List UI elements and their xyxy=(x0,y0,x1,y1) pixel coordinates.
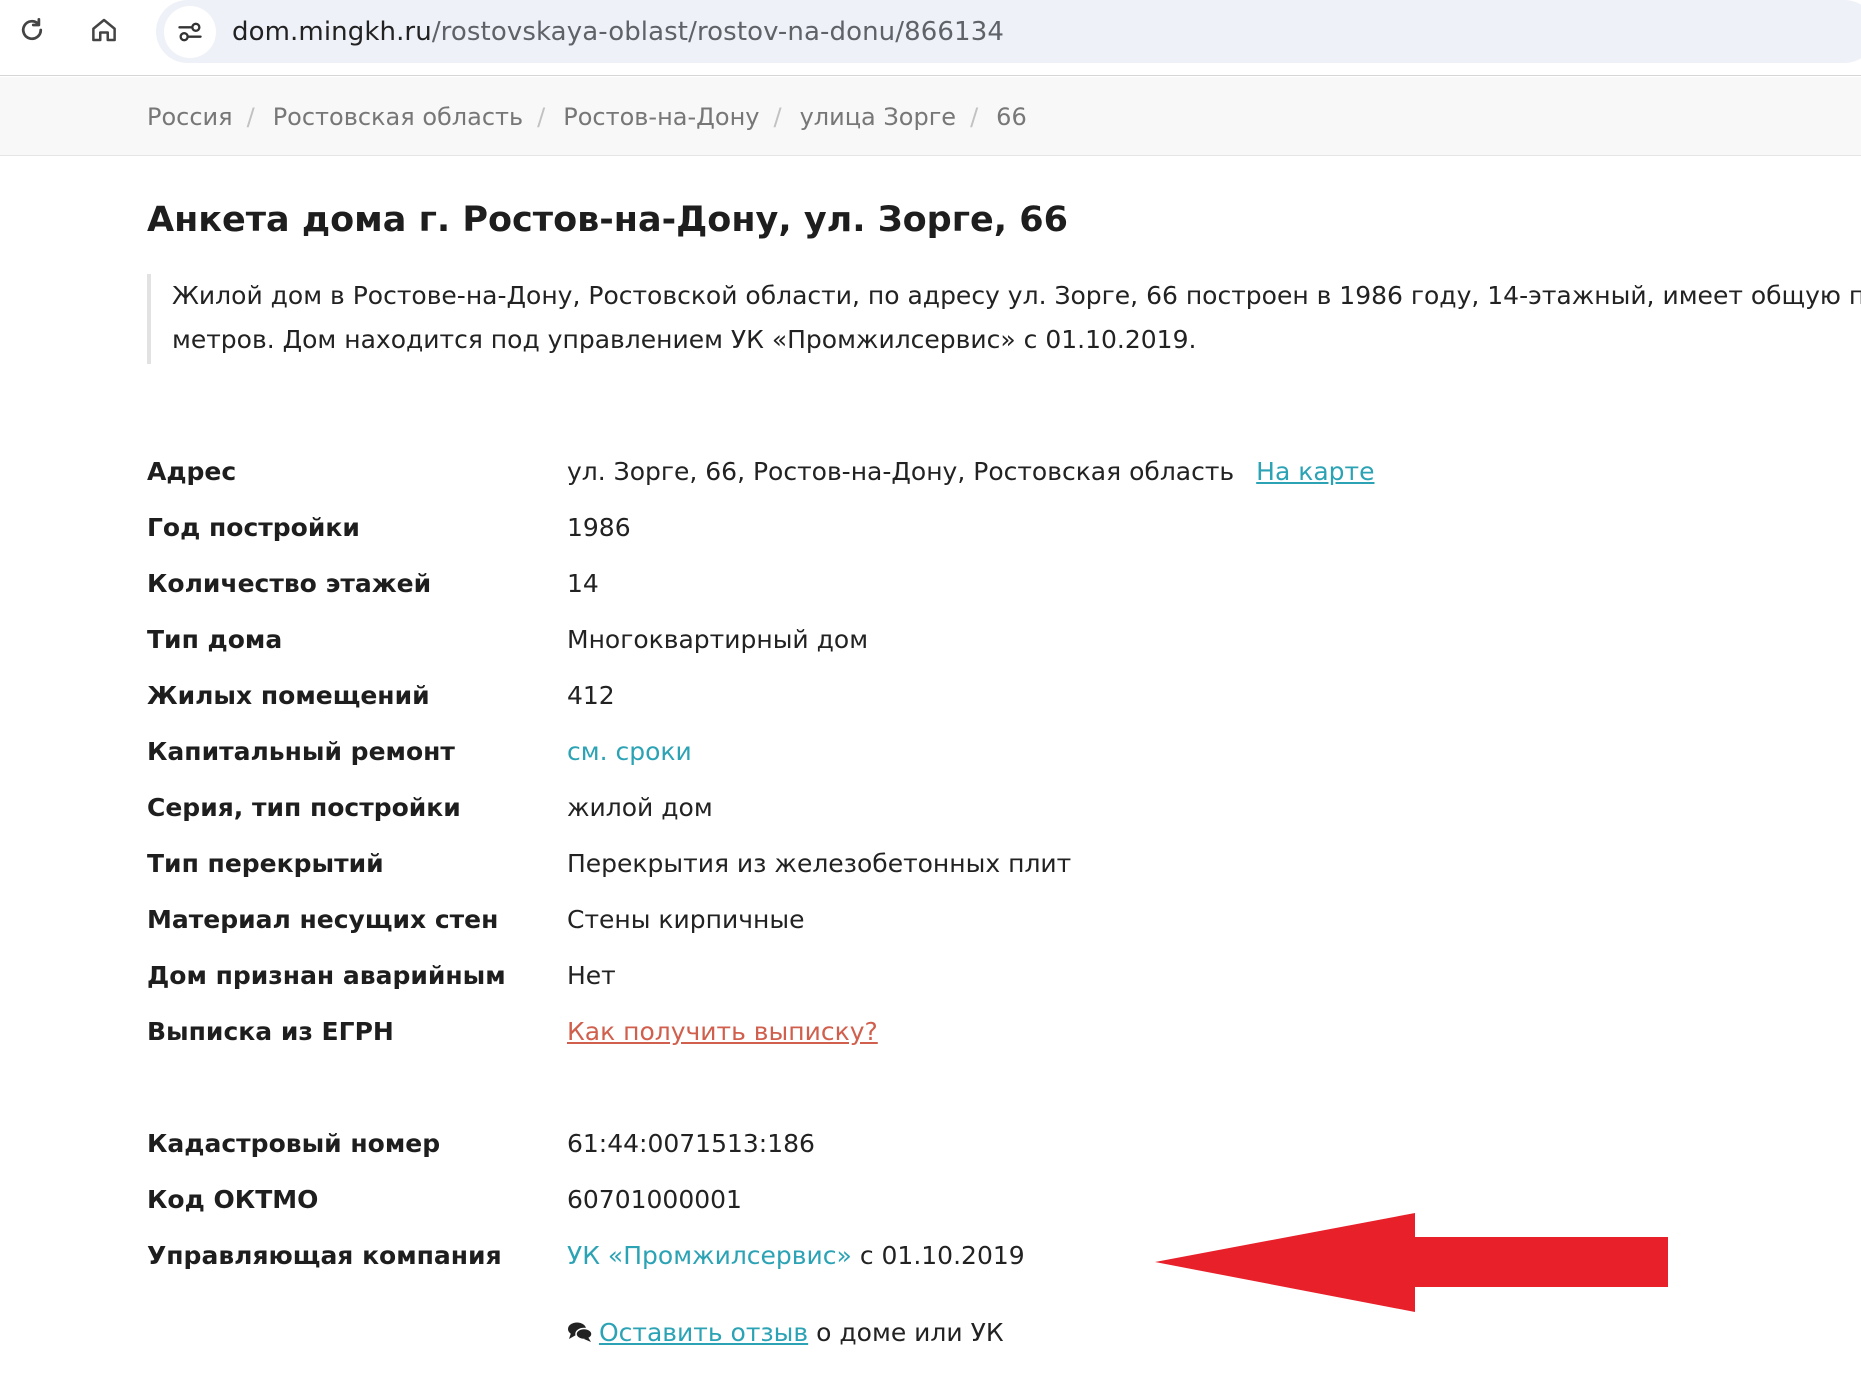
detail-label: Кадастровый номер xyxy=(147,1128,441,1158)
detail-row-egrn: Выписка из ЕГРН Как получить выписку? xyxy=(147,1011,878,1051)
address-bar[interactable]: dom.mingkh.ru/rostovskaya-oblast/rostov-… xyxy=(156,0,1861,63)
detail-value: Стены кирпичные xyxy=(567,904,805,934)
breadcrumb-item-street[interactable]: улица Зорге xyxy=(800,103,957,131)
management-since: с 01.10.2019 xyxy=(859,1240,1025,1270)
home-button[interactable] xyxy=(82,8,126,52)
site-info-icon xyxy=(178,22,202,41)
detail-value: 412 xyxy=(567,680,615,710)
description-line: Жилой дом в Ростове-на-Дону, Ростовской … xyxy=(172,281,1861,310)
detail-value: Перекрытия из железобетонных плит xyxy=(567,848,1072,878)
description-line: метров. Дом находится под управлением УК… xyxy=(172,325,1197,354)
url-text[interactable]: dom.mingkh.ru/rostovskaya-oblast/rostov-… xyxy=(232,17,1004,47)
detail-row-floor-type: Тип перекрытий Перекрытия из железобетон… xyxy=(147,843,1071,883)
detail-row-year: Год постройки 1986 xyxy=(147,507,631,547)
breadcrumb-item-russia[interactable]: Россия xyxy=(147,103,233,131)
egrn-link[interactable]: Как получить выписку? xyxy=(567,1017,878,1046)
breadcrumb: Россия / Ростовская область / Ростов-на-… xyxy=(147,77,1027,156)
detail-value: 61:44:0071513:186 xyxy=(567,1128,815,1158)
detail-label: Серия, тип постройки xyxy=(147,792,461,822)
detail-value: 14 xyxy=(567,568,599,598)
detail-row-residential: Жилых помещений 412 xyxy=(147,675,615,715)
detail-label: Капитальный ремонт xyxy=(147,736,455,766)
detail-row-address: Адрес ул. Зорге, 66, Ростов-на-Дону, Рос… xyxy=(147,451,1374,491)
page-title: Анкета дома г. Ростов-на-Дону, ул. Зорге… xyxy=(147,200,1068,240)
chat-icon xyxy=(567,1321,593,1343)
detail-value: жилой дом xyxy=(567,792,713,822)
detail-row-house-type: Тип дома Многоквартирный дом xyxy=(147,619,868,659)
breadcrumb-separator: / xyxy=(537,102,546,131)
detail-value: 1986 xyxy=(567,512,631,542)
detail-label: Тип перекрытий xyxy=(147,848,384,878)
detail-row-capital-repair: Капитальный ремонт см. сроки xyxy=(147,731,692,771)
detail-value: Нет xyxy=(567,960,616,990)
map-link[interactable]: На карте xyxy=(1256,457,1374,486)
reload-button[interactable] xyxy=(10,8,54,52)
annotation-arrow-icon xyxy=(1155,1213,1668,1312)
breadcrumb-item-region[interactable]: Ростовская область xyxy=(273,103,523,131)
detail-label: Выписка из ЕГРН xyxy=(147,1016,394,1046)
home-icon xyxy=(92,18,116,42)
detail-row-oktmo: Код ОКТМО 60701000001 xyxy=(147,1179,742,1219)
detail-row-wall-material: Материал несущих стен Стены кирпичные xyxy=(147,899,804,939)
detail-label: Тип дома xyxy=(147,624,283,654)
detail-row-cadastral: Кадастровый номер 61:44:0071513:186 xyxy=(147,1123,815,1163)
detail-row-floors: Количество этажей 14 xyxy=(147,563,599,603)
review-line: Оставить отзыв о доме или УК xyxy=(567,1312,1004,1352)
detail-label: Год постройки xyxy=(147,512,360,542)
breadcrumb-item-city[interactable]: Ростов-на-Дону xyxy=(563,103,759,131)
detail-label: Управляющая компания xyxy=(147,1240,502,1270)
breadcrumb-bar: Россия / Ростовская область / Ростов-на-… xyxy=(0,77,1861,156)
capital-repair-link[interactable]: см. сроки xyxy=(567,737,692,766)
reload-icon xyxy=(21,18,43,41)
detail-value: 60701000001 xyxy=(567,1184,742,1214)
breadcrumb-separator: / xyxy=(773,102,782,131)
breadcrumb-separator: / xyxy=(246,102,255,131)
detail-value: Многоквартирный дом xyxy=(567,624,869,654)
site-info-button[interactable] xyxy=(164,5,216,58)
detail-value: ул. Зорге, 66, Ростов-на-Дону, Ростовска… xyxy=(567,456,1235,486)
detail-label: Жилых помещений xyxy=(147,680,430,710)
review-suffix: о доме или УК xyxy=(816,1317,1004,1347)
detail-label: Материал несущих стен xyxy=(147,904,499,934)
url-host: dom.mingkh.ru xyxy=(232,16,432,47)
house-description: Жилой дом в Ростове-на-Дону, Ростовской … xyxy=(147,274,1861,364)
detail-row-management: Управляющая компания УК «Промжилсервис» … xyxy=(147,1235,1025,1275)
breadcrumb-item-house: 66 xyxy=(996,102,1027,131)
detail-row-series: Серия, тип постройки жилой дом xyxy=(147,787,713,827)
detail-label: Адрес xyxy=(147,456,237,486)
detail-label: Количество этажей xyxy=(147,568,432,598)
leave-review-link[interactable]: Оставить отзыв xyxy=(599,1318,808,1347)
detail-label: Код ОКТМО xyxy=(147,1184,319,1214)
management-company-link[interactable]: УК «Промжилсервис» xyxy=(567,1241,852,1270)
url-path: /rostovskaya-oblast/rostov-na-donu/86613… xyxy=(431,16,1004,47)
browser-toolbar: dom.mingkh.ru/rostovskaya-oblast/rostov-… xyxy=(0,0,1861,76)
breadcrumb-separator: / xyxy=(970,102,979,131)
detail-label: Дом признан аварийным xyxy=(147,960,506,990)
detail-row-emergency: Дом признан аварийным Нет xyxy=(147,955,616,995)
